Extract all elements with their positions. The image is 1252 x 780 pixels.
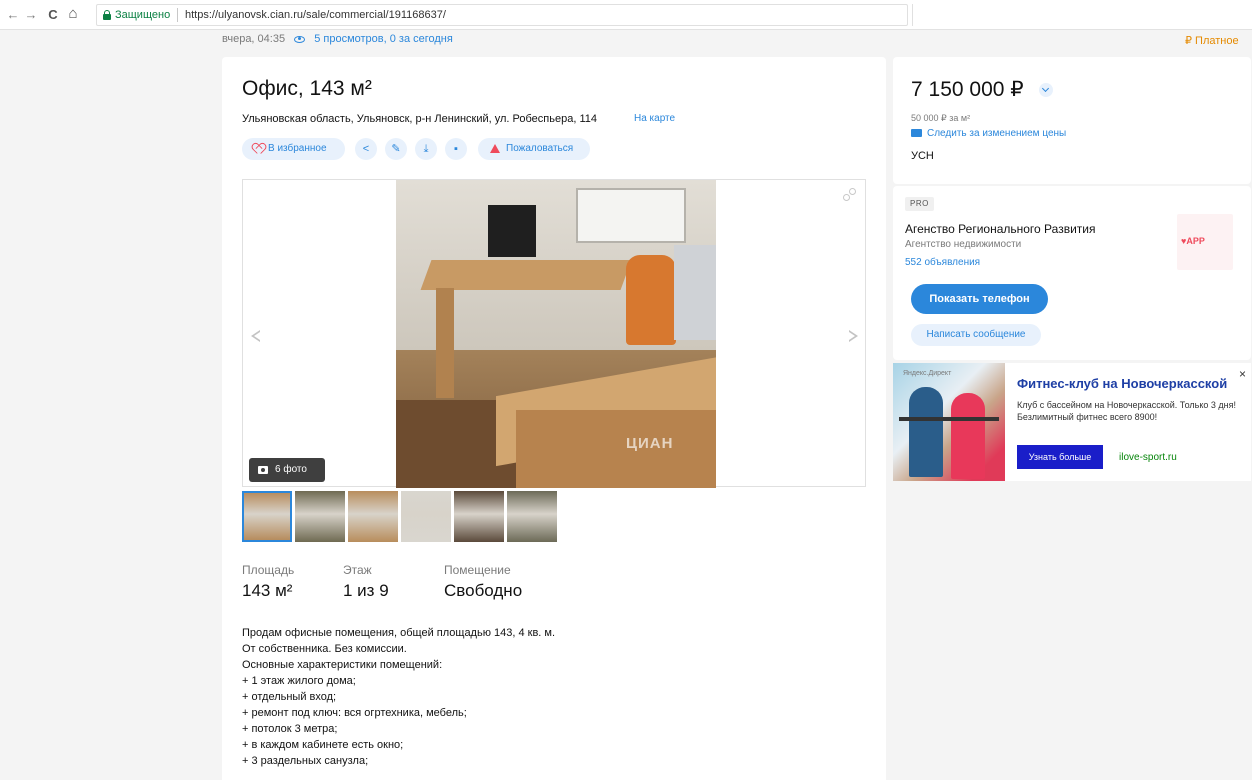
photo-gallery[interactable]: ЦИАН 6 фото xyxy=(242,179,866,488)
description-line: + отдельный вход; xyxy=(242,691,337,703)
ad-learn-more-button[interactable]: Узнать больше xyxy=(1017,445,1103,469)
pro-badge: PRO xyxy=(905,197,934,211)
write-message-button[interactable]: Написать сообщение xyxy=(911,324,1041,346)
heart-icon xyxy=(253,144,263,153)
monitor-image xyxy=(488,205,536,257)
ad-text: Клуб с бассейном на Новочеркасской. Толь… xyxy=(1017,400,1236,422)
forward-arrow-icon[interactable]: → xyxy=(24,7,38,22)
thumbnail[interactable] xyxy=(507,491,557,542)
complain-label: Пожаловаться xyxy=(506,143,574,154)
ad-block[interactable]: Яндекс.Директ × Фитнес-клуб на Новочерка… xyxy=(893,363,1251,481)
show-phone-button[interactable]: Показать телефон xyxy=(911,284,1048,314)
photo-count-label: 6 фото xyxy=(275,464,307,475)
description-line: + потолок 3 метра; xyxy=(242,723,338,735)
download-icon[interactable]: ⤓ xyxy=(415,138,437,160)
description-line: Продам офисные помещения, общей площадью… xyxy=(242,627,556,639)
home-icon[interactable]: ⌂ xyxy=(66,5,80,22)
description-line: + 3 раздельных санузла; xyxy=(242,755,369,767)
photo-count-button[interactable]: 6 фото xyxy=(249,458,325,482)
param-floor: Этаж 1 из 9 xyxy=(343,563,389,601)
thumbnail[interactable] xyxy=(242,491,292,542)
map-link[interactable]: На карте xyxy=(634,113,675,124)
description-line: Основные характеристики помещений: xyxy=(242,659,443,671)
watch-price-link[interactable]: Следить за изменением цены xyxy=(911,128,1066,139)
reload-icon[interactable]: C xyxy=(46,7,60,22)
printer-image xyxy=(674,245,716,340)
mail-icon xyxy=(911,129,922,137)
browser-toolbar: ← → C ⌂ Защищено https://ulyanovsk.cian.… xyxy=(0,0,1252,30)
secure-label: Защищено xyxy=(115,9,171,21)
thumbnail[interactable] xyxy=(348,491,398,542)
thumbnail[interactable] xyxy=(401,491,451,542)
favorite-button[interactable]: В избранное xyxy=(242,138,345,160)
toolbar-divider xyxy=(912,4,913,26)
param-label: Помещение xyxy=(444,563,511,577)
whiteboard-image xyxy=(576,188,686,243)
camera-icon xyxy=(258,466,268,474)
agent-logo-text: ♥APP xyxy=(1181,236,1205,246)
expand-icon[interactable] xyxy=(843,188,857,202)
address-separator xyxy=(177,8,178,22)
description-line: + в каждом кабинете есть окно; xyxy=(242,739,404,751)
publish-date: вчера, 04:35 xyxy=(222,33,286,45)
chevron-down-icon[interactable] xyxy=(1039,83,1053,97)
ad-label: Яндекс.Директ xyxy=(903,370,952,377)
agent-listings-link[interactable]: 552 объявления xyxy=(905,257,980,268)
param-label: Площадь xyxy=(242,563,295,577)
agent-logo[interactable]: ♥APP xyxy=(1177,214,1233,270)
share-icon[interactable]: < xyxy=(355,138,377,160)
ad-domain-link[interactable]: ilove-sport.ru xyxy=(1119,452,1177,463)
warning-icon xyxy=(490,144,500,153)
favorite-label: В избранное xyxy=(268,143,327,154)
ad-title[interactable]: Фитнес-клуб на Новочеркасской xyxy=(1017,376,1227,391)
param-area: Площадь 143 м² xyxy=(242,563,294,601)
agent-card: PRO Агенство Регионального Развития Аген… xyxy=(893,186,1251,360)
price: 7 150 000 ₽ xyxy=(911,78,1024,101)
print-icon[interactable]: ▪ xyxy=(445,138,467,160)
eye-icon xyxy=(294,35,306,43)
paid-badge: ₽ Платное xyxy=(1185,35,1239,47)
main-photo[interactable]: ЦИАН xyxy=(396,180,716,488)
edit-icon[interactable]: ✎ xyxy=(385,138,407,160)
agent-type: Агентство недвижимости xyxy=(905,239,1022,250)
chevron-left-icon[interactable] xyxy=(251,330,260,342)
address-bar[interactable]: Защищено https://ulyanovsk.cian.ru/sale/… xyxy=(96,4,908,26)
cian-watermark: ЦИАН xyxy=(626,435,674,452)
agent-name[interactable]: Агенство Регионального Развития xyxy=(905,222,1095,236)
tax-system: УСН xyxy=(911,150,934,162)
views-link[interactable]: 5 просмотров, 0 за сегодня xyxy=(314,33,453,45)
param-label: Этаж xyxy=(343,563,372,577)
description-line: + ремонт под ключ: вся огртехника, мебел… xyxy=(242,707,467,719)
param-value: 1 из 9 xyxy=(343,581,389,600)
param-value: 143 м² xyxy=(242,581,293,600)
listing-description: Продам офисные помещения, общей площадью… xyxy=(242,625,862,769)
back-arrow-icon[interactable]: ← xyxy=(6,7,20,22)
description-line: От собственника. Без комиссии. xyxy=(242,643,407,655)
watch-price-label: Следить за изменением цены xyxy=(927,128,1067,139)
listing-card: Офис, 143 м² Ульяновская область, Ульяно… xyxy=(222,57,886,780)
thumbnail[interactable] xyxy=(454,491,504,542)
chair-image xyxy=(626,255,676,345)
param-value: Свободно xyxy=(444,581,523,600)
listing-meta: вчера, 04:35 5 просмотров, 0 за сегодня xyxy=(222,33,453,45)
description-line: + 1 этаж жилого дома; xyxy=(242,675,356,687)
ad-image[interactable] xyxy=(893,363,1005,481)
chevron-right-icon[interactable] xyxy=(849,330,858,342)
listing-title: Офис, 143 м² xyxy=(242,77,372,100)
price-per-m2: 50 000 ₽ за м² xyxy=(911,113,971,123)
close-icon[interactable]: × xyxy=(1239,367,1246,381)
complain-button[interactable]: Пожаловаться xyxy=(478,138,590,160)
listing-address: Ульяновская область, Ульяновск, р-н Лени… xyxy=(242,113,597,125)
price-card: 7 150 000 ₽ 50 000 ₽ за м² Следить за из… xyxy=(893,57,1251,184)
param-premises: Помещение Свободно xyxy=(444,563,522,601)
lock-icon xyxy=(103,10,111,20)
url-text[interactable]: https://ulyanovsk.cian.ru/sale/commercia… xyxy=(185,9,446,21)
thumbnail[interactable] xyxy=(295,491,345,542)
